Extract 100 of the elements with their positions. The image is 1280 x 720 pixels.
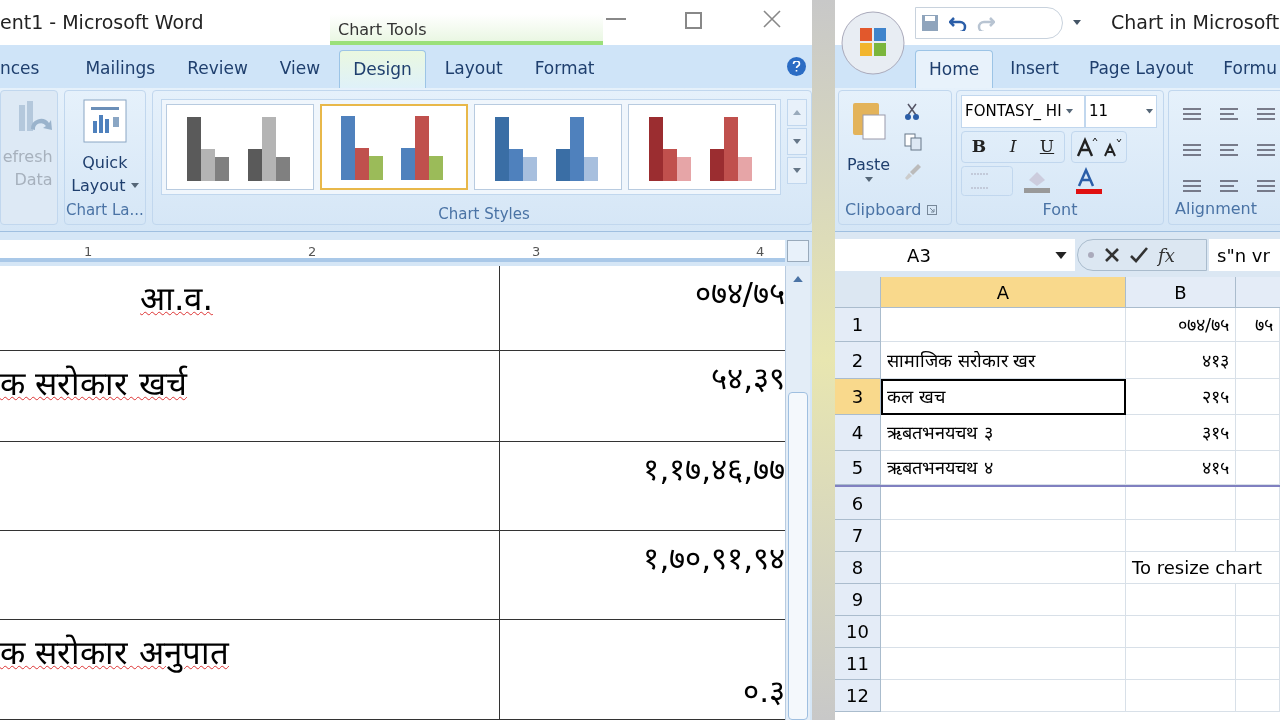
row-header[interactable]: 11	[835, 648, 881, 680]
name-box[interactable]: A3	[835, 239, 1075, 271]
borders-icon[interactable]	[961, 166, 1013, 196]
row-header[interactable]: 3	[835, 379, 881, 415]
ribbon-tab[interactable]: Formu	[1210, 50, 1280, 88]
grid-cell[interactable]	[881, 584, 1126, 616]
enter-icon[interactable]	[1130, 247, 1148, 263]
row-header[interactable]: 8	[835, 552, 881, 584]
brush-icon[interactable]	[904, 163, 923, 181]
grid-cell[interactable]: कल खच	[881, 379, 1126, 415]
grid-cell[interactable]	[1126, 680, 1236, 712]
row-header[interactable]: 2	[835, 342, 881, 379]
ribbon-tab[interactable]: Format	[521, 50, 608, 88]
scrollbar-thumb[interactable]	[788, 392, 808, 720]
grid-cell[interactable]: ७५	[1236, 308, 1280, 342]
grid-cell[interactable]: ऋबतभनयचथ ४	[881, 451, 1126, 485]
ribbon-tab[interactable]: View	[266, 50, 334, 88]
ribbon-tab[interactable]: Review	[174, 50, 261, 88]
grid-cell[interactable]	[1236, 342, 1280, 379]
cut-icon[interactable]	[904, 103, 921, 121]
grid-cell[interactable]	[881, 487, 1126, 520]
row-header[interactable]: 1	[835, 308, 881, 342]
row-header[interactable]: 9	[835, 584, 881, 616]
grid-cell[interactable]	[1126, 584, 1236, 616]
format-button[interactable]: B	[962, 132, 996, 162]
chart-style-thumbnail[interactable]	[474, 104, 622, 190]
grid-cell[interactable]	[1236, 451, 1280, 485]
grid-cell[interactable]	[1236, 648, 1280, 680]
grow-font-icon[interactable]	[1076, 137, 1098, 157]
ribbon-tab[interactable]: Insert	[997, 50, 1072, 88]
maximize-icon[interactable]	[685, 12, 702, 29]
grid-cell[interactable]	[881, 552, 1126, 584]
row-header[interactable]: 7	[835, 520, 881, 552]
quick-layout-button[interactable]: Quick Layout	[71, 151, 139, 197]
grid-cell[interactable]: ४१५	[1126, 451, 1236, 485]
grid-cell[interactable]	[881, 616, 1126, 648]
minimize-icon[interactable]	[606, 18, 626, 20]
shrink-font-icon[interactable]	[1102, 137, 1122, 157]
grid-cell[interactable]: To resize chart	[1126, 552, 1280, 584]
grid-cell[interactable]	[1126, 487, 1236, 520]
more-styles-button[interactable]	[787, 157, 807, 184]
format-button[interactable]: I	[996, 132, 1030, 162]
column-header[interactable]: B	[1126, 277, 1236, 308]
grid-cell[interactable]: ०७४/७५	[1126, 308, 1236, 342]
grid-cell[interactable]: सामाजिक सरोकार खर	[881, 342, 1126, 379]
row-header[interactable]: 10	[835, 616, 881, 648]
grid-cell[interactable]	[1236, 616, 1280, 648]
cancel-icon[interactable]	[1104, 247, 1120, 263]
ribbon-tab[interactable]: Page Layout	[1075, 50, 1207, 88]
grid-cell[interactable]: ४१३	[1126, 342, 1236, 379]
redo-icon[interactable]	[977, 14, 995, 31]
view-ruler-button[interactable]	[787, 240, 809, 262]
chart-style-thumbnail[interactable]	[166, 104, 314, 190]
scroll-up-button[interactable]	[787, 99, 807, 126]
ribbon-tab[interactable]: Design	[339, 50, 426, 88]
ribbon-tab[interactable]: nces	[0, 50, 53, 88]
row-header[interactable]: 4	[835, 415, 881, 451]
grid-cell[interactable]	[1126, 616, 1236, 648]
grid-cell[interactable]	[1236, 487, 1280, 520]
grid-cell[interactable]	[1236, 379, 1280, 415]
column-header[interactable]	[1236, 277, 1280, 308]
table-cell: आ.व.	[140, 279, 213, 318]
grid-cell[interactable]: ऋबतभनयचथ ३	[881, 415, 1126, 451]
grid-cell[interactable]	[881, 308, 1126, 342]
format-button[interactable]: U	[1030, 132, 1064, 162]
grid-cell[interactable]	[1236, 584, 1280, 616]
select-all-corner[interactable]	[835, 277, 881, 308]
font-size-field[interactable]: 11	[1085, 95, 1157, 128]
ribbon-tab[interactable]: Mailings	[72, 50, 169, 88]
grid-cell[interactable]: ३१५	[1126, 415, 1236, 451]
undo-icon[interactable]	[949, 14, 967, 31]
insert-function-button[interactable]: fx	[1158, 241, 1175, 269]
help-icon[interactable]	[787, 57, 806, 76]
grid-cell[interactable]	[1126, 648, 1236, 680]
grid-cell[interactable]: २१५	[1126, 379, 1236, 415]
chart-style-thumbnail[interactable]	[320, 104, 468, 190]
paste-button[interactable]: Paste	[847, 99, 891, 182]
row-header[interactable]: 12	[835, 680, 881, 712]
save-icon[interactable]	[921, 13, 939, 32]
grid-cell[interactable]	[881, 648, 1126, 680]
copy-icon[interactable]	[904, 133, 923, 151]
grid-cell[interactable]	[1236, 520, 1280, 552]
scroll-up-icon[interactable]	[793, 276, 803, 282]
formula-field[interactable]: s"n vr	[1209, 239, 1280, 271]
scroll-down-button[interactable]	[787, 128, 807, 155]
grid-cell[interactable]	[881, 680, 1126, 712]
grid-cell[interactable]	[1126, 520, 1236, 552]
grid-cell[interactable]	[1236, 680, 1280, 712]
grid-cell[interactable]	[1236, 415, 1280, 451]
close-icon[interactable]	[763, 10, 781, 28]
grid-cell[interactable]	[881, 520, 1126, 552]
dialog-launcher-icon[interactable]	[927, 205, 938, 215]
chart-style-thumbnail[interactable]	[628, 104, 776, 190]
font-name-field[interactable]: FONTASY_ HI	[961, 95, 1085, 128]
ribbon-tab[interactable]: Home	[915, 50, 994, 88]
column-header[interactable]: A	[881, 277, 1126, 308]
customize-toolbar-icon[interactable]	[1073, 20, 1081, 25]
row-header[interactable]: 5	[835, 451, 881, 485]
ribbon-tab[interactable]: Layout	[431, 50, 516, 88]
row-header[interactable]: 6	[835, 487, 881, 520]
